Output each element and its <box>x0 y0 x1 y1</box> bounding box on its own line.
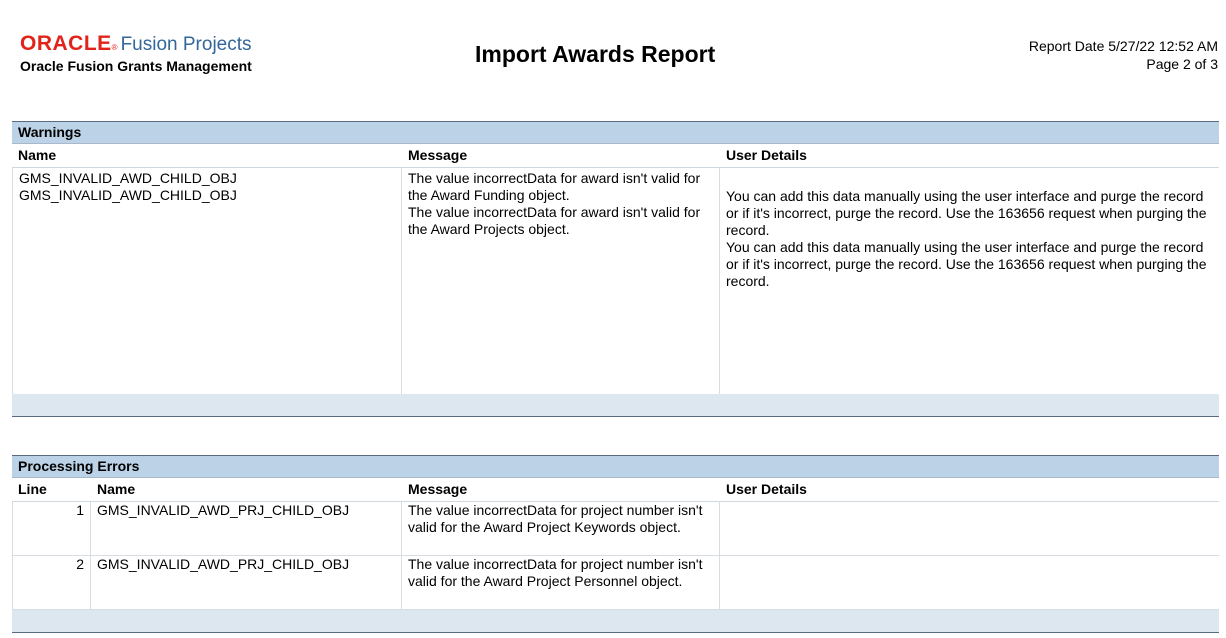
errors-panel: Processing Errors Line Name Message User… <box>12 455 1219 633</box>
report-meta: Report Date 5/27/22 12:52 AM Page 2 of 3 <box>1029 37 1218 73</box>
error-line: 1 <box>12 502 91 555</box>
errors-heading: Processing Errors <box>12 456 1219 478</box>
col-message: Message <box>408 147 468 163</box>
warning-names: GMS_INVALID_AWD_CHILD_OBJ GMS_INVALID_AW… <box>12 168 402 394</box>
warning-messages: The value incorrectData for award isn't … <box>402 168 720 394</box>
error-message: The value incorrectData for project numb… <box>402 502 720 555</box>
col-name: Name <box>97 481 136 497</box>
oracle-logo: ORACLE ® Fusion Projects Oracle Fusion Gr… <box>20 32 252 74</box>
error-name: GMS_INVALID_AWD_PRJ_CHILD_OBJ <box>91 502 402 555</box>
page-number: Page 2 of 3 <box>1146 56 1218 72</box>
errors-footer <box>12 610 1219 632</box>
warnings-heading: Warnings <box>12 122 1219 144</box>
table-row: GMS_INVALID_AWD_CHILD_OBJ GMS_INVALID_AW… <box>12 168 1219 394</box>
col-user-details: User Details <box>726 147 807 163</box>
error-details <box>720 502 1219 555</box>
registered-icon: ® <box>111 43 118 52</box>
error-details <box>720 556 1219 609</box>
warnings-footer <box>12 394 1219 416</box>
col-name: Name <box>18 147 57 163</box>
oracle-wordmark: ORACLE <box>20 32 112 55</box>
warning-details: You can add this data manually using the… <box>720 168 1219 394</box>
report-date: Report Date 5/27/22 12:52 AM <box>1028 38 1218 54</box>
col-line: Line <box>18 481 47 497</box>
warning-detail: You can add this data manually using the… <box>726 239 1207 289</box>
col-message: Message <box>408 481 468 497</box>
product-name: Fusion Projects <box>120 34 252 55</box>
table-row: 2 GMS_INVALID_AWD_PRJ_CHILD_OBJ The valu… <box>12 556 1219 610</box>
error-name: GMS_INVALID_AWD_PRJ_CHILD_OBJ <box>91 556 402 609</box>
warning-name: GMS_INVALID_AWD_CHILD_OBJ <box>19 187 237 203</box>
table-row: 1 GMS_INVALID_AWD_PRJ_CHILD_OBJ The valu… <box>12 502 1219 556</box>
warning-name: GMS_INVALID_AWD_CHILD_OBJ <box>19 170 237 186</box>
col-user-details: User Details <box>726 481 807 497</box>
warning-message: The value incorrectData for award isn't … <box>408 204 701 237</box>
report-title: Import Awards Report <box>475 41 716 67</box>
error-line: 2 <box>12 556 91 609</box>
product-subtitle: Oracle Fusion Grants Management <box>20 58 252 74</box>
warnings-column-headers: Name Message User Details <box>12 144 1219 168</box>
errors-column-headers: Line Name Message User Details <box>12 478 1219 502</box>
warnings-panel: Warnings Name Message User Details GMS_I… <box>12 121 1219 417</box>
error-message: The value incorrectData for project numb… <box>402 556 720 609</box>
warning-message: The value incorrectData for award isn't … <box>408 170 701 203</box>
warning-detail: You can add this data manually using the… <box>726 188 1207 238</box>
